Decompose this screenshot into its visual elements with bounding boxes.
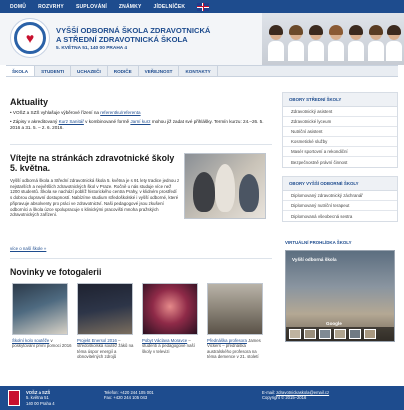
topnav-link-menu[interactable]: JÍDELNÍČEK (154, 4, 186, 10)
news-heading: Aktuality (10, 97, 49, 107)
news-item-2: • Zápisy v akreditovaný Kurz Sanitář v k… (10, 119, 264, 130)
sidebar-item-program[interactable]: Kosmetické služby (283, 137, 397, 147)
gallery-heading: Novinky ve fotogalerii (10, 267, 102, 277)
gallery-thumbnail[interactable] (12, 283, 68, 335)
topnav-link-grades[interactable]: ZNÁMKY (119, 4, 142, 10)
welcome-more-link[interactable]: více o naší škole » (10, 246, 46, 251)
welcome-text: Vyšší odborná škola a Střední zdravotnic… (10, 178, 180, 218)
nav-tab-applicants[interactable]: UCHAZEČI (71, 66, 108, 76)
footer-email: E-mail: zdravotnickaskola@email.cz Copyr… (262, 390, 330, 401)
heart-icon: ♥ (25, 30, 35, 46)
gallery-caption: Pobyt Václava Moravce – studenti a pedag… (142, 338, 195, 354)
gallery-thumbnail[interactable] (207, 283, 263, 335)
gallery-link[interactable]: Školní kolo soutěže (12, 338, 49, 343)
main-navigation: ŠKOLA STUDENTI UCHAZEČI RODIČE VEŘEJNOST… (6, 65, 398, 77)
sidebar-item-program[interactable]: Bezpečnostně právní činnost (283, 157, 397, 167)
gallery-item[interactable]: Školní kolo soutěže v poskytování první … (12, 283, 72, 349)
sidebar-box-title: OBORY STŘEDNÍ ŠKOLY (283, 93, 397, 107)
topnav-link-home[interactable]: DOMŮ (10, 4, 26, 10)
gallery-item[interactable]: Přednáška profesora James Vickers – před… (207, 283, 267, 360)
nav-tab-public[interactable]: VEŘEJNOST (139, 66, 180, 76)
sidebar-item-program[interactable]: Zdravotnický asistent (283, 107, 397, 117)
sidebar-item-program[interactable]: Diplomovaný zdravotnický záchranář (283, 191, 397, 201)
news-link-course[interactable]: Kurz Sanitář (59, 119, 84, 124)
footer-phones: Telefon: +420 244 105 001 Fax: +420 244 … (104, 390, 154, 401)
school-logo[interactable]: ♥ (10, 18, 50, 58)
welcome-title: Vítejte na stránkách zdravotnické školy … (10, 153, 175, 173)
topnav-link-schedules[interactable]: ROZVRHY (38, 4, 64, 10)
news-link-referent[interactable]: referentku/referenta (100, 110, 140, 115)
nav-tab-parents[interactable]: RODIČE (108, 66, 139, 76)
gallery-caption: Projekt Enersol 2016 – středoškolská sou… (77, 338, 134, 360)
gallery-caption: Školní kolo soutěže v poskytování první … (12, 338, 72, 349)
school-name: VYŠŠÍ ODBORNÁ ŠKOLA ZDRAVOTNICKÁ A STŘED… (56, 26, 210, 44)
site-header: ♥ VYŠŠÍ ODBORNÁ ŠKOLA ZDRAVOTNICKÁ A STŘ… (0, 13, 404, 65)
tour-thumbnail[interactable] (364, 329, 376, 339)
sidebar-item-program[interactable]: Diplomovaný nutriční terapeut (283, 201, 397, 211)
gallery-caption: Přednáška profesora James Vickers – před… (207, 338, 261, 360)
school-name-line2: A STŘEDNÍ ZDRAVOTNICKÁ ŠKOLA (56, 35, 188, 44)
sidebar-box-secondary-programs: OBORY STŘEDNÍ ŠKOLY Zdravotnický asisten… (282, 92, 398, 168)
nav-tab-school[interactable]: ŠKOLA (6, 66, 36, 76)
nav-tab-contacts[interactable]: KONTAKTY (179, 66, 218, 76)
tour-thumbnail[interactable] (319, 329, 331, 339)
news-divider (10, 144, 272, 145)
site-footer: VOŠZ a SZŠ 5. května 51 140 00 Praha 4 T… (0, 386, 404, 410)
gallery-item[interactable]: Projekt Enersol 2016 – středoškolská sou… (77, 283, 137, 360)
virtual-tour-thumbnail-bar (286, 327, 394, 341)
virtual-tour-heading: VIRTUÁLNÍ PROHLÍDKA ŠKOLY (285, 240, 352, 245)
tour-thumbnail[interactable] (334, 329, 346, 339)
gallery-link[interactable]: Pobyt Václava Moravce (142, 338, 187, 343)
tour-thumbnail[interactable] (349, 329, 361, 339)
welcome-divider (10, 258, 272, 259)
google-logo: Google (326, 321, 342, 326)
nav-tab-students[interactable]: STUDENTI (35, 66, 72, 76)
tour-thumbnail[interactable] (289, 329, 301, 339)
logo-ring-icon: ♥ (14, 22, 46, 54)
sidebar-item-program[interactable]: Diplomovaná všeobecná sestra (283, 211, 397, 221)
virtual-tour-caption: Vyšší odborná škola (292, 257, 337, 262)
news-item-1: • VOŠZ a SZŠ vyhlašuje výběrové řízení n… (10, 110, 141, 115)
sidebar-box-title: OBORY VYŠŠÍ ODBORNÉ ŠKOLY (283, 177, 397, 191)
school-address: 5. KVĚTNA 51, 140 00 PRAHA 4 (56, 46, 128, 51)
header-photo-students (262, 13, 404, 65)
sidebar-box-college-programs: OBORY VYŠŠÍ ODBORNÉ ŠKOLY Diplomovaný zd… (282, 176, 398, 222)
gallery-link[interactable]: Přednáška profesora (207, 338, 247, 343)
school-name-line1: VYŠŠÍ ODBORNÁ ŠKOLA ZDRAVOTNICKÁ (56, 26, 211, 35)
virtual-tour-viewer[interactable]: Vyšší odborná škola Google (285, 250, 395, 342)
sidebar-item-program[interactable]: Zdravotnické lyceum (283, 117, 397, 127)
footer-address: VOŠZ a SZŠ 5. května 51 140 00 Praha 4 (26, 390, 55, 406)
tour-thumbnail[interactable] (304, 329, 316, 339)
gallery-thumbnail[interactable] (142, 283, 198, 335)
sidebar-item-program[interactable]: Nutriční asistent (283, 127, 397, 137)
uk-flag-icon[interactable] (197, 2, 210, 11)
top-navigation: DOMŮ ROZVRHY SUPLOVÁNÍ ZNÁMKY JÍDELNÍČEK (0, 0, 404, 13)
footer-logo-icon (8, 390, 20, 406)
gallery-link[interactable]: Projekt Enersol 2016 (77, 338, 117, 343)
gallery-item[interactable]: Pobyt Václava Moravce – studenti a pedag… (142, 283, 202, 354)
footer-email-link[interactable]: zdravotnickaskola@email.cz (276, 390, 329, 395)
gallery-thumbnail[interactable] (77, 283, 133, 335)
news-link-spring-course[interactable]: Jarní kurz (130, 119, 150, 124)
topnav-link-substitutions[interactable]: SUPLOVÁNÍ (76, 4, 107, 10)
welcome-photo[interactable] (184, 153, 266, 219)
sidebar-item-program[interactable]: Masér sportovní a rekondiční (283, 147, 397, 157)
